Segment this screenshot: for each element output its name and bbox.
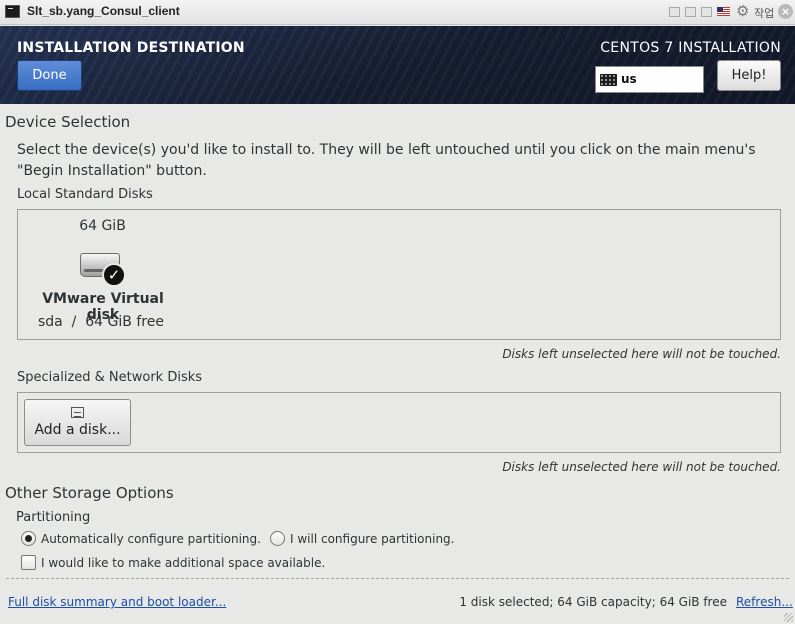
maximize-icon[interactable] bbox=[701, 7, 712, 17]
keyboard-layout-indicator[interactable]: us bbox=[595, 66, 704, 93]
minimize-icon[interactable] bbox=[669, 7, 680, 17]
done-button[interactable]: Done bbox=[17, 60, 82, 91]
checkmark-icon: ✓ bbox=[102, 263, 126, 287]
full-disk-summary-link[interactable]: Full disk summary and boot loader... bbox=[8, 595, 226, 609]
footer-divider bbox=[6, 578, 789, 579]
keyboard-layout-label: us bbox=[621, 72, 637, 86]
product-title: CENTOS 7 INSTALLATION bbox=[600, 40, 781, 56]
partitioning-heading: Partitioning bbox=[16, 510, 91, 525]
disk-summary-status: 1 disk selected; 64 GiB capacity; 64 GiB… bbox=[459, 595, 727, 609]
add-disk-button[interactable]: Add a disk... bbox=[24, 399, 131, 446]
specialized-disks-note: Disks left unselected here will not be t… bbox=[502, 460, 781, 474]
help-button[interactable]: Help! bbox=[717, 60, 781, 91]
device-selection-intro: Select the device(s) you'd like to insta… bbox=[17, 142, 756, 179]
manual-partition-radio[interactable] bbox=[270, 531, 285, 546]
add-disk-label: Add a disk... bbox=[34, 422, 121, 438]
local-disks-heading: Local Standard Disks bbox=[17, 187, 153, 202]
add-disk-icon bbox=[71, 407, 84, 418]
disk-info: sda / 64 GiB free bbox=[38, 314, 164, 330]
page-title: INSTALLATION DESTINATION bbox=[17, 40, 245, 56]
spoke-header: INSTALLATION DESTINATION Done CENTOS 7 I… bbox=[0, 26, 795, 104]
local-disks-note: Disks left unselected here will not be t… bbox=[502, 347, 781, 361]
flag-icon[interactable] bbox=[717, 7, 730, 16]
close-icon[interactable]: × bbox=[778, 4, 793, 19]
resize-grip-icon[interactable] bbox=[784, 613, 793, 622]
window-titlebar: Slt_sb.yang_Consul_client ⚙ 작업 × bbox=[0, 0, 795, 25]
restore-icon[interactable] bbox=[685, 7, 696, 17]
auto-partition-radio[interactable] bbox=[21, 531, 36, 546]
reclaim-space-checkbox[interactable] bbox=[21, 555, 36, 570]
auto-partition-label[interactable]: Automatically configure partitioning. bbox=[41, 532, 261, 546]
disk-capacity: 64 GiB bbox=[79, 218, 126, 234]
device-selection-heading: Device Selection bbox=[5, 113, 131, 131]
specialized-disks-pane bbox=[17, 392, 781, 453]
specialized-disks-heading: Specialized & Network Disks bbox=[17, 370, 203, 385]
disk-tile-sda[interactable]: 64 GiB ✓ VMware Virtual disk sda / 64 Gi… bbox=[28, 217, 178, 335]
terminal-icon bbox=[5, 5, 20, 18]
task-label[interactable]: 작업 bbox=[754, 5, 774, 21]
window-title: Slt_sb.yang_Consul_client bbox=[27, 4, 180, 18]
reclaim-space-label[interactable]: I would like to make additional space av… bbox=[41, 556, 325, 570]
refresh-link[interactable]: Refresh... bbox=[736, 595, 793, 609]
gear-icon[interactable]: ⚙ bbox=[736, 3, 749, 20]
other-storage-heading: Other Storage Options bbox=[5, 484, 174, 502]
manual-partition-label[interactable]: I will configure partitioning. bbox=[290, 532, 454, 546]
keyboard-icon bbox=[600, 74, 617, 86]
hard-disk-icon: ✓ bbox=[80, 247, 126, 287]
